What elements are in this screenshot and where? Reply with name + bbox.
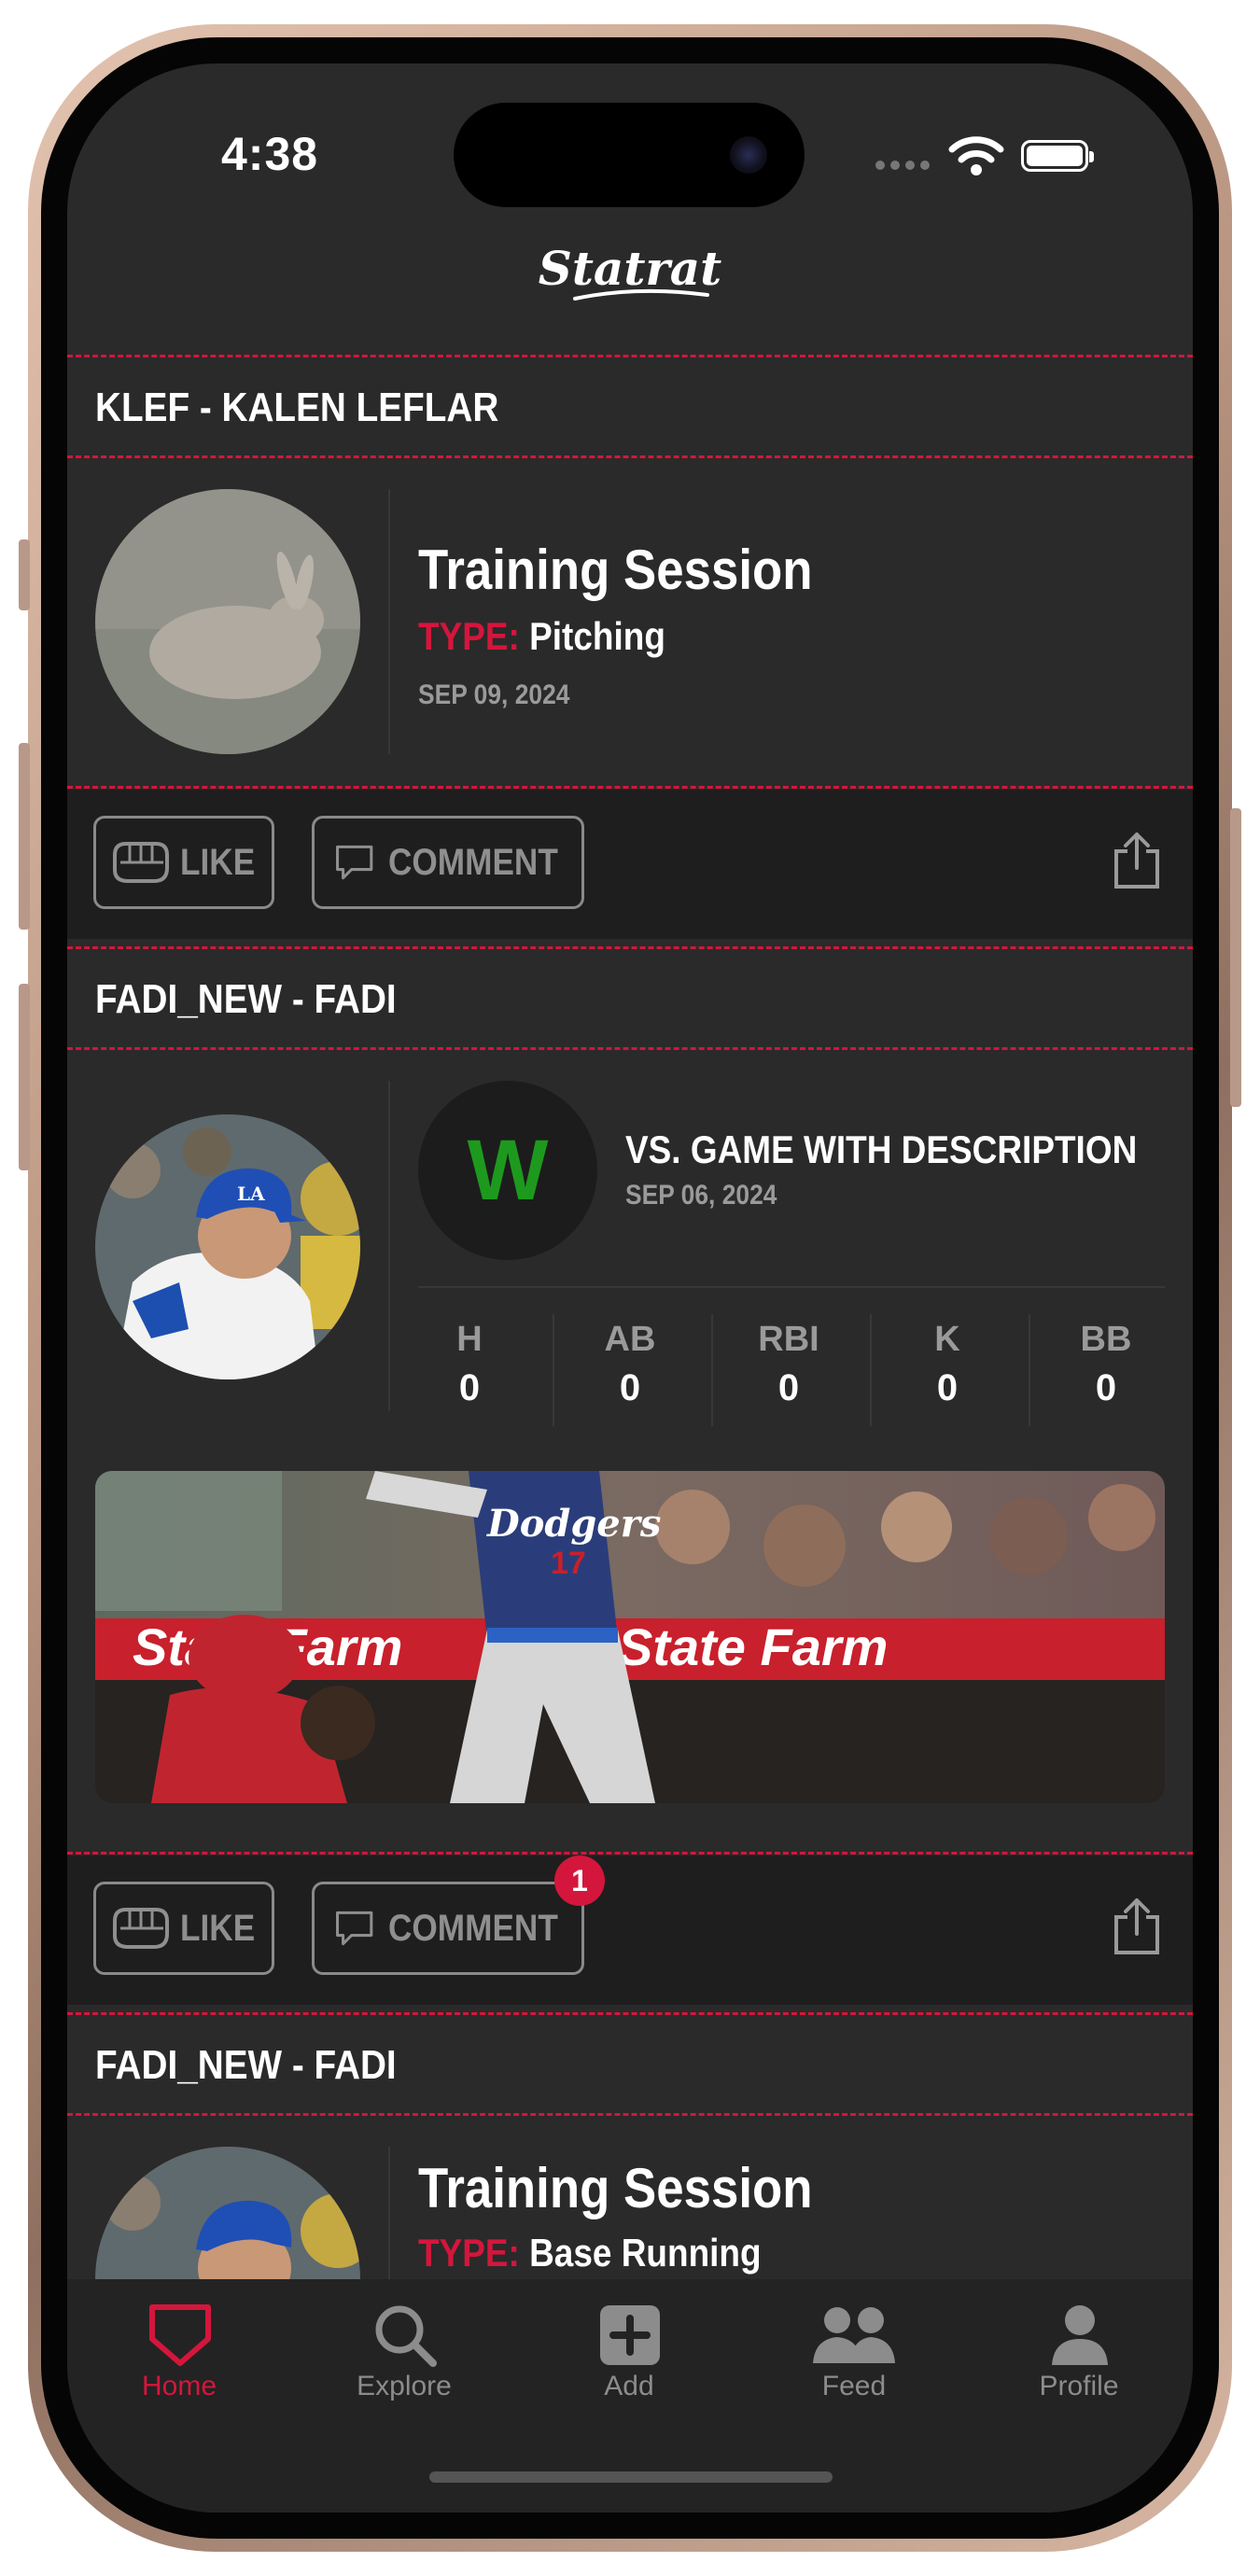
post-username[interactable]: FADI_NEW - FADI — [95, 2042, 397, 2089]
game-photo[interactable]: State Farm State Farm Dodgers 17 — [95, 1471, 1165, 1803]
jersey-number: 17 — [551, 1546, 586, 1581]
like-label: LIKE — [180, 841, 256, 883]
stat-rbi: RBI 0 — [709, 1320, 868, 1409]
search-icon — [375, 2305, 437, 2367]
divider — [67, 946, 1193, 949]
stat-h: H 0 — [390, 1320, 549, 1409]
type-value: Base Running — [529, 2231, 762, 2275]
comment-label: COMMENT — [388, 841, 559, 883]
tab-label: Profile — [1039, 2371, 1119, 2401]
volume-up-button — [19, 743, 30, 930]
stat-label: H — [456, 1320, 483, 1359]
fist-bump-icon — [113, 1908, 169, 1949]
vertical-divider — [388, 489, 390, 754]
ad-board-text: State Farm — [618, 1617, 888, 1676]
divider — [67, 2012, 1193, 2015]
stat-k: K 0 — [868, 1320, 1027, 1409]
action-button — [19, 539, 30, 610]
stat-label: K — [934, 1320, 960, 1359]
stat-label: RBI — [758, 1320, 819, 1359]
status-time: 4:38 — [221, 128, 319, 180]
wifi-icon — [948, 136, 1004, 175]
type-label: TYPE: — [418, 614, 520, 658]
comment-icon — [336, 1911, 373, 1946]
tab-label: Add — [604, 2371, 654, 2401]
tab-label: Home — [141, 2371, 217, 2401]
action-bar: LIKE COMMENT — [67, 790, 1193, 939]
camera-icon — [730, 136, 767, 174]
post-date: SEP 09, 2024 — [418, 679, 570, 710]
like-button[interactable]: LIKE — [93, 816, 274, 909]
stat-label: AB — [604, 1320, 656, 1359]
type-label: TYPE: — [418, 2231, 520, 2275]
volume-down-button — [19, 984, 30, 1170]
share-icon[interactable] — [1113, 1897, 1161, 1956]
comment-label: COMMENT — [388, 1907, 559, 1949]
stat-value: 0 — [777, 1367, 800, 1408]
game-date: SEP 06, 2024 — [625, 1180, 777, 1211]
jersey-text: Dodgers — [486, 1502, 661, 1546]
fist-bump-icon — [113, 842, 169, 883]
like-label: LIKE — [180, 1907, 256, 1949]
divider — [67, 455, 1193, 458]
post-username[interactable]: KLEF - KALEN LEFLAR — [95, 385, 498, 431]
stat-value: 0 — [458, 1367, 481, 1408]
logo-swoosh — [573, 288, 709, 301]
avatar[interactable] — [95, 489, 360, 754]
screen: 4:38 Statrat KLEF - KALEN LEFLAR Trainin… — [67, 63, 1193, 2513]
home-plate-icon — [149, 2304, 211, 2366]
divider — [67, 1047, 1193, 1050]
type-value: Pitching — [529, 614, 665, 658]
person-icon — [1052, 2305, 1108, 2365]
divider — [67, 355, 1193, 357]
stats-divider — [418, 1286, 1165, 1288]
stat-label: BB — [1080, 1320, 1132, 1359]
dynamic-island — [454, 103, 805, 207]
divider — [67, 2113, 1193, 2116]
action-bar: LIKE COMMENT 1 — [67, 1855, 1193, 2005]
post-username[interactable]: FADI_NEW - FADI — [95, 976, 397, 1023]
comment-icon — [336, 845, 373, 880]
battery-icon — [1021, 140, 1094, 172]
game-title[interactable]: VS. GAME WITH DESCRIPTION — [625, 1127, 1137, 1172]
stat-value: 0 — [936, 1367, 959, 1408]
avatar[interactable]: LA — [95, 1114, 360, 1379]
game-result-badge: W — [418, 1081, 597, 1260]
tab-label: Feed — [821, 2371, 887, 2401]
divider — [67, 1852, 1193, 1855]
post-type: TYPE: Pitching — [418, 614, 665, 659]
cellular-signal-icon — [875, 161, 930, 170]
stat-ab: AB 0 — [551, 1320, 709, 1409]
plus-square-icon — [600, 2305, 660, 2365]
post-type: TYPE: Base Running — [418, 2231, 762, 2275]
stat-bb: BB 0 — [1027, 1320, 1185, 1409]
home-indicator[interactable] — [429, 2471, 833, 2483]
like-button[interactable]: LIKE — [93, 1882, 274, 1975]
stat-value: 0 — [619, 1367, 641, 1408]
comment-button[interactable]: COMMENT — [312, 816, 584, 909]
comment-button[interactable]: COMMENT — [312, 1882, 584, 1975]
people-icon — [813, 2307, 895, 2363]
svg-text:LA: LA — [237, 1183, 265, 1205]
share-icon[interactable] — [1113, 831, 1161, 890]
divider — [67, 786, 1193, 789]
power-button — [1230, 808, 1241, 1107]
post-title[interactable]: Training Session — [418, 538, 813, 602]
stat-value: 0 — [1095, 1367, 1117, 1408]
comment-count-badge: 1 — [554, 1855, 605, 1906]
post-title[interactable]: Training Session — [418, 2156, 813, 2220]
tab-label: Explore — [357, 2371, 452, 2401]
